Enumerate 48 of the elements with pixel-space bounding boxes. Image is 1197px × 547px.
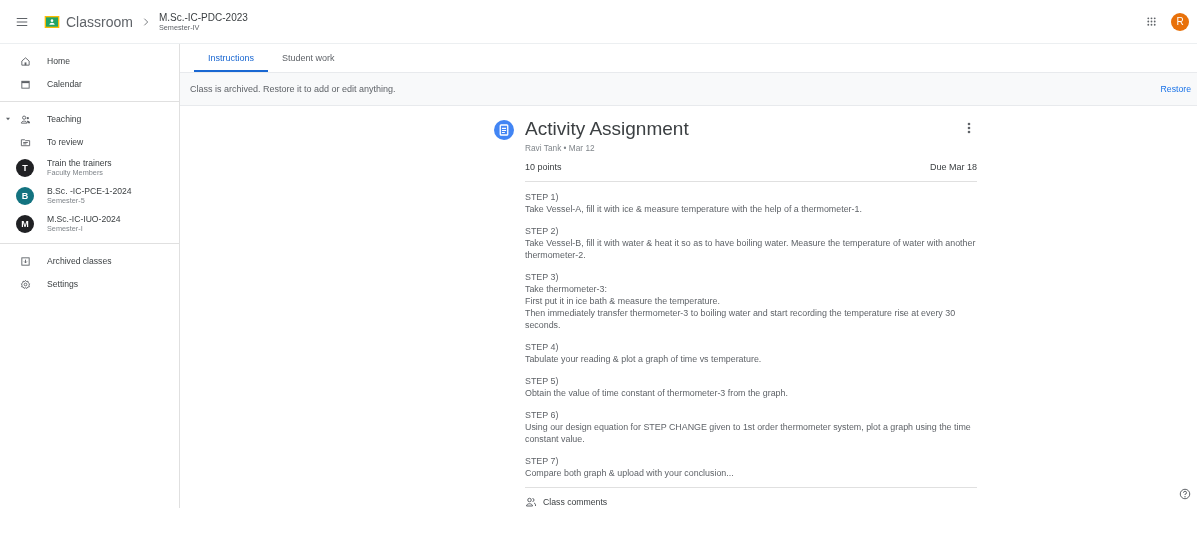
step-text: Compare both graph & upload with your conclusion... — [525, 467, 735, 479]
folder-icon — [19, 136, 31, 148]
caret-down-icon — [5, 116, 11, 122]
step-heading: STEP 5) — [525, 375, 560, 387]
assignment-meta: Ravi Tank • Mar 12 — [525, 143, 596, 153]
classroom-logo-icon — [44, 13, 60, 30]
step-text: Using our design equation for STEP CHANGE given to 1st order thermometer system, plot a graph using the time constant value. — [525, 421, 972, 445]
help-icon[interactable] — [1179, 488, 1191, 500]
step-heading: STEP 1) — [525, 191, 560, 203]
sidebar-item[interactable]: Teaching — [0, 107, 179, 131]
banner-message: Class is archived. Restore it to add or edit anything. — [190, 84, 397, 94]
sidebar-item[interactable]: Home — [0, 49, 179, 73]
class-avatar: M — [16, 214, 34, 233]
restore-button[interactable]: Restore — [1160, 84, 1191, 94]
sidebar-item[interactable]: Calendar — [0, 72, 179, 96]
step-heading: STEP 2) — [525, 225, 560, 237]
apps-grid-icon — [1145, 16, 1157, 27]
settings-icon — [19, 278, 31, 290]
points: 10 points — [525, 162, 562, 172]
step-text: Take Vessel-A, fill it with ice & measure temperature with the help of a thermometer-1. — [525, 203, 863, 215]
sidebar-item[interactable]: Settings — [0, 272, 179, 296]
sidebar-item[interactable]: To review — [0, 130, 179, 154]
class-comments-button[interactable]: Class comments — [525, 496, 608, 508]
step-text: Obtain the value of time constant of thermometer-3 from the graph. — [525, 387, 789, 399]
app-name[interactable]: Classroom — [66, 13, 133, 30]
archive-icon — [19, 255, 31, 267]
calendar-icon — [19, 78, 31, 90]
step-text: Then immediately transfer thermometer-3 to boiling water and start recording the temperature rise at every 30 seconds. — [525, 307, 957, 331]
people-icon — [19, 113, 31, 125]
step-text: Tabulate your reading & plot a graph of time vs temperature. — [525, 353, 763, 365]
step-text: First put it in ice bath & measure the temperature. — [525, 295, 721, 307]
more-options-icon — [967, 122, 971, 134]
home-icon — [19, 55, 31, 67]
step-heading: STEP 6) — [525, 409, 560, 421]
class-avatar: T — [16, 158, 34, 177]
due-date: Due Mar 18 — [929, 162, 977, 172]
step-heading: STEP 4) — [525, 341, 560, 353]
step-heading: STEP 3) — [525, 271, 560, 283]
sidebar-item[interactable]: Archived classes — [0, 249, 179, 273]
class-avatar: B — [16, 186, 34, 205]
assignment-icon — [494, 120, 514, 140]
people-icon — [525, 496, 537, 508]
step-text: Take thermometer-3: — [525, 283, 608, 295]
tab[interactable]: Student work — [268, 46, 349, 72]
step-text: Take Vessel-B, fill it with water & heat it so as to have boiling water. Measure the temperature of water with another thermometer-2. — [525, 237, 977, 261]
class-name: M.Sc.-IC-PDC-2023 — [158, 11, 248, 23]
step-heading: STEP 7) — [525, 455, 560, 467]
assignment-title: Activity Assignment — [525, 118, 689, 140]
